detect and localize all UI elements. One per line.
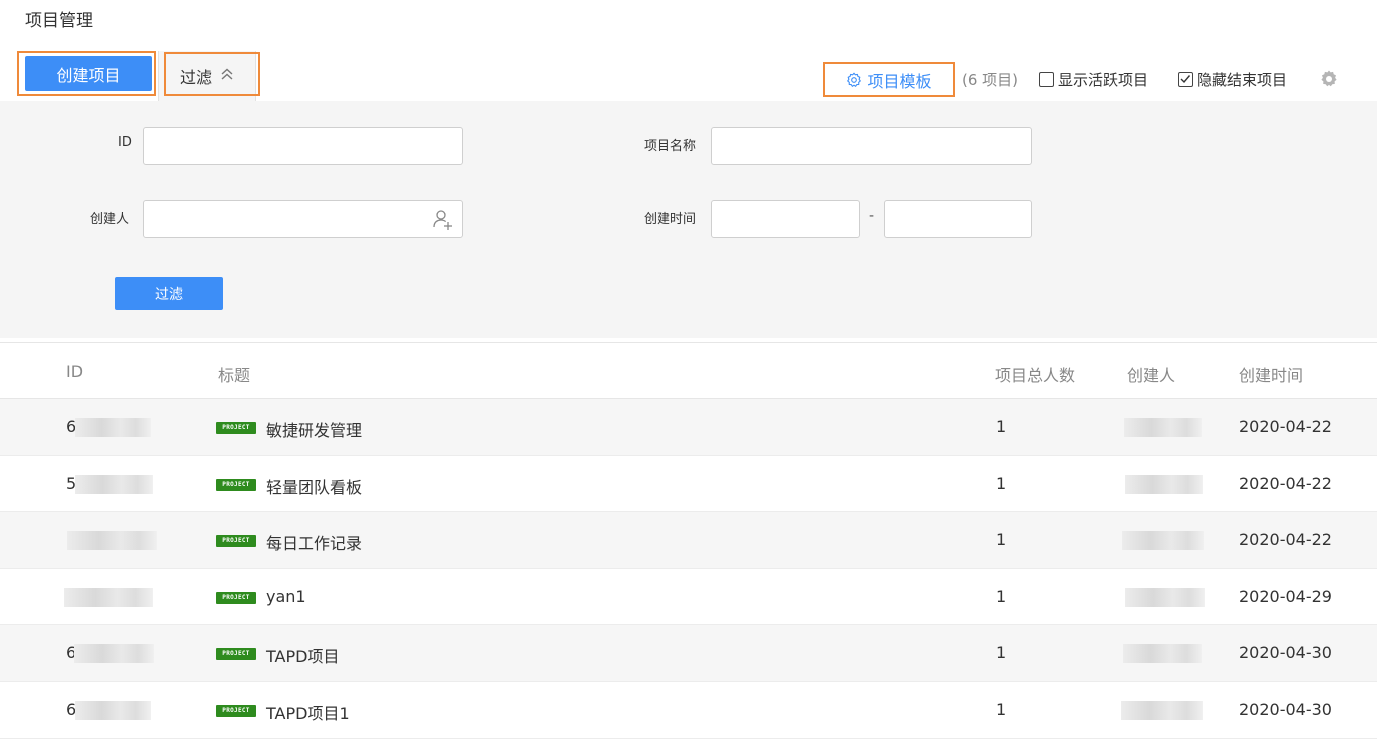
project-badge: PROJECT	[216, 478, 256, 491]
row-members: 1	[996, 417, 1007, 436]
row-members: 1	[996, 586, 1007, 606]
project-badge: PROJECT	[216, 422, 256, 434]
row-created: 2020-04-22	[1239, 473, 1332, 493]
row-created: 2020-04-30	[1239, 699, 1332, 719]
row-title-link[interactable]: TAPD项目1	[266, 700, 350, 724]
hide-closed-label: 隐藏结束项目	[1197, 71, 1288, 89]
row-members: 1	[996, 643, 1007, 663]
redacted-id	[75, 418, 151, 437]
row-title-link[interactable]: 敏捷研发管理	[266, 417, 362, 441]
gear-icon[interactable]	[1319, 69, 1339, 89]
project-badge: PROJECT	[216, 535, 256, 548]
redacted-creator	[1122, 531, 1204, 551]
creator-input[interactable]	[143, 200, 463, 238]
project-badge: PROJECT	[216, 591, 256, 604]
redacted-id	[64, 587, 153, 607]
hide-closed-checkbox[interactable]: 隐藏结束项目	[1178, 69, 1287, 90]
id-label: ID	[118, 135, 132, 150]
redacted-creator	[1124, 418, 1202, 437]
column-header-members[interactable]: 项目总人数	[995, 362, 1075, 386]
column-header-created[interactable]: 创建时间	[1239, 362, 1303, 386]
show-active-checkbox[interactable]: 显示活跃项目	[1039, 69, 1148, 90]
filter-submit-button[interactable]: 过滤	[115, 277, 223, 310]
created-time-label: 创建时间	[644, 212, 697, 227]
create-button-highlight: 创建项目	[17, 51, 156, 96]
table-row[interactable]: 5 PROJECT 轻量团队看板 1 2020-04-22	[0, 456, 1377, 513]
date-separator: -	[869, 208, 875, 224]
project-template-label: 项目模板	[867, 71, 932, 91]
row-created: 2020-04-22	[1239, 417, 1332, 436]
row-created: 2020-04-30	[1239, 643, 1332, 663]
redacted-id	[75, 700, 151, 720]
table-header: ID 标题 项目总人数 创建人 创建时间	[0, 342, 1377, 399]
project-name-label: 项目名称	[644, 139, 697, 154]
table-row[interactable]: PROJECT 每日工作记录 1 2020-04-22	[0, 512, 1377, 569]
project-name-input[interactable]	[711, 127, 1032, 165]
row-title-link[interactable]: TAPD项目	[266, 643, 339, 667]
redacted-creator	[1123, 644, 1202, 664]
redacted-creator	[1125, 474, 1203, 494]
redacted-creator	[1125, 587, 1205, 607]
create-project-button[interactable]: 创建项目	[25, 56, 152, 91]
settings-icon	[847, 72, 862, 87]
chevron-up-double-icon[interactable]	[219, 66, 235, 82]
id-input[interactable]	[143, 127, 463, 165]
table-row[interactable]: 6 PROJECT 敏捷研发管理 1 2020-04-22	[0, 399, 1377, 456]
date-to-input[interactable]	[884, 200, 1032, 238]
project-table: ID 标题 项目总人数 创建人 创建时间 6 PROJECT 敏捷研发管理 1 …	[0, 342, 1377, 739]
project-badge: PROJECT	[216, 704, 256, 717]
checkbox-unchecked-icon[interactable]	[1039, 72, 1054, 87]
row-members: 1	[996, 473, 1007, 493]
project-count: (6 项目)	[962, 71, 1019, 89]
project-template-button[interactable]: 项目模板	[823, 62, 955, 97]
row-title-link[interactable]: yan1	[266, 587, 306, 606]
table-row[interactable]: 6 PROJECT TAPD项目1 1 2020-04-30	[0, 682, 1377, 739]
user-add-icon[interactable]	[432, 208, 454, 230]
redacted-id	[75, 474, 153, 494]
column-header-title[interactable]: 标题	[218, 362, 250, 386]
redacted-id	[67, 531, 157, 551]
show-active-label: 显示活跃项目	[1058, 71, 1149, 89]
row-title-link[interactable]: 轻量团队看板	[266, 474, 362, 498]
column-header-creator[interactable]: 创建人	[1127, 362, 1175, 386]
project-badge: PROJECT	[216, 648, 256, 661]
table-row[interactable]: PROJECT yan1 1 2020-04-29	[0, 569, 1377, 626]
row-created: 2020-04-22	[1239, 530, 1332, 550]
page-title: 项目管理	[25, 11, 93, 31]
row-created: 2020-04-29	[1239, 586, 1332, 606]
creator-label: 创建人	[90, 212, 130, 227]
redacted-id	[74, 644, 154, 664]
redacted-creator	[1121, 700, 1203, 720]
checkbox-checked-icon[interactable]	[1178, 72, 1193, 87]
row-members: 1	[996, 530, 1007, 550]
table-row[interactable]: 6 PROJECT TAPD项目 1 2020-04-30	[0, 625, 1377, 682]
filter-tab-label[interactable]: 过滤	[180, 64, 212, 88]
filter-panel: ID 项目名称 创建人 创建时间 - 过滤	[0, 101, 1377, 338]
date-from-input[interactable]	[711, 200, 860, 238]
row-members: 1	[996, 699, 1007, 719]
row-title-link[interactable]: 每日工作记录	[266, 530, 362, 554]
column-header-id[interactable]: ID	[66, 362, 83, 381]
